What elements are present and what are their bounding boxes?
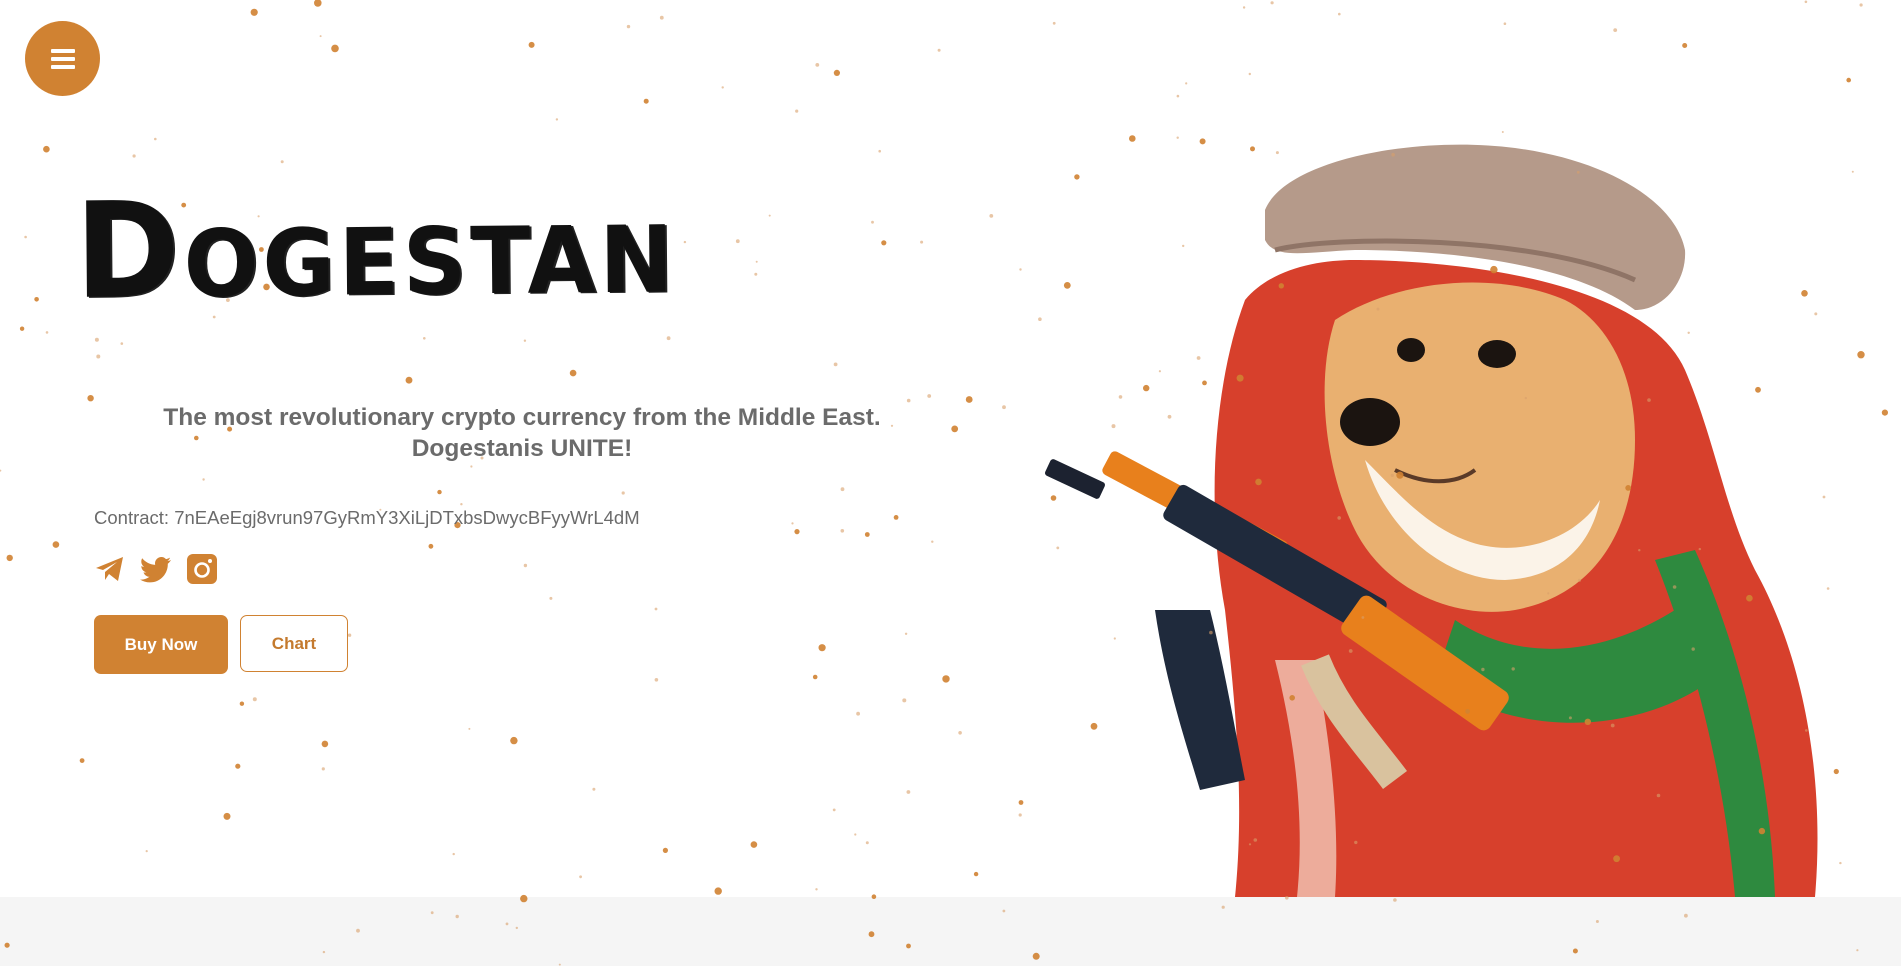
background-dot bbox=[1338, 12, 1341, 16]
tagline: The most revolutionary crypto currency f… bbox=[120, 402, 924, 464]
menu-button[interactable] bbox=[25, 21, 100, 96]
background-dot bbox=[1176, 94, 1180, 98]
footer-band bbox=[0, 897, 1901, 966]
background-dot bbox=[1052, 21, 1056, 25]
hamburger-menu-icon bbox=[50, 48, 75, 69]
twitter-icon[interactable] bbox=[140, 553, 172, 585]
background-dot bbox=[1682, 43, 1688, 48]
background-dot bbox=[1833, 768, 1839, 775]
background-dot bbox=[1176, 136, 1179, 139]
instagram-icon[interactable] bbox=[186, 553, 218, 585]
background-dot bbox=[1839, 861, 1842, 865]
dog-mascot-illustration bbox=[1044, 144, 1818, 897]
background-dot bbox=[1881, 409, 1888, 416]
social-links bbox=[94, 553, 218, 585]
background-dot bbox=[1857, 351, 1865, 359]
background-dot bbox=[1242, 6, 1246, 9]
background-dot bbox=[1018, 813, 1022, 817]
background-dot bbox=[1018, 800, 1024, 805]
background-dot bbox=[1804, 0, 1808, 4]
contract-label: Contract: bbox=[94, 507, 170, 528]
background-dot bbox=[1270, 1, 1274, 5]
background-dot bbox=[1019, 268, 1022, 271]
tagline-line-1: The most revolutionary crypto currency f… bbox=[163, 404, 881, 431]
tagline-line-2: Dogestanis UNITE! bbox=[411, 435, 633, 462]
chart-button[interactable]: Chart bbox=[240, 615, 348, 672]
background-dot bbox=[1826, 587, 1830, 590]
background-dot bbox=[1248, 72, 1252, 76]
contract-address[interactable]: Contract: 7nEAeEgj8vrun97GyRmY3XiLjDTxbs… bbox=[94, 507, 640, 529]
buy-now-button[interactable]: Buy Now bbox=[94, 615, 228, 674]
background-dot bbox=[1859, 3, 1863, 7]
background-dot bbox=[1002, 405, 1006, 410]
background-dot bbox=[1851, 170, 1854, 173]
background-dot bbox=[1503, 22, 1507, 26]
page-title: Dogestan bbox=[74, 168, 678, 329]
background-dot bbox=[1185, 82, 1188, 85]
contract-value: 7nEAeEgj8vrun97GyRmY3XiLjDTxbsDwycBFyyWr… bbox=[174, 507, 640, 528]
background-dot bbox=[1613, 28, 1618, 32]
telegram-icon[interactable] bbox=[94, 553, 126, 585]
background-dot bbox=[1846, 77, 1851, 83]
background-dot bbox=[1501, 131, 1504, 133]
hero-section: Dogestan The most revolutionary crypto c… bbox=[0, 0, 1000, 897]
